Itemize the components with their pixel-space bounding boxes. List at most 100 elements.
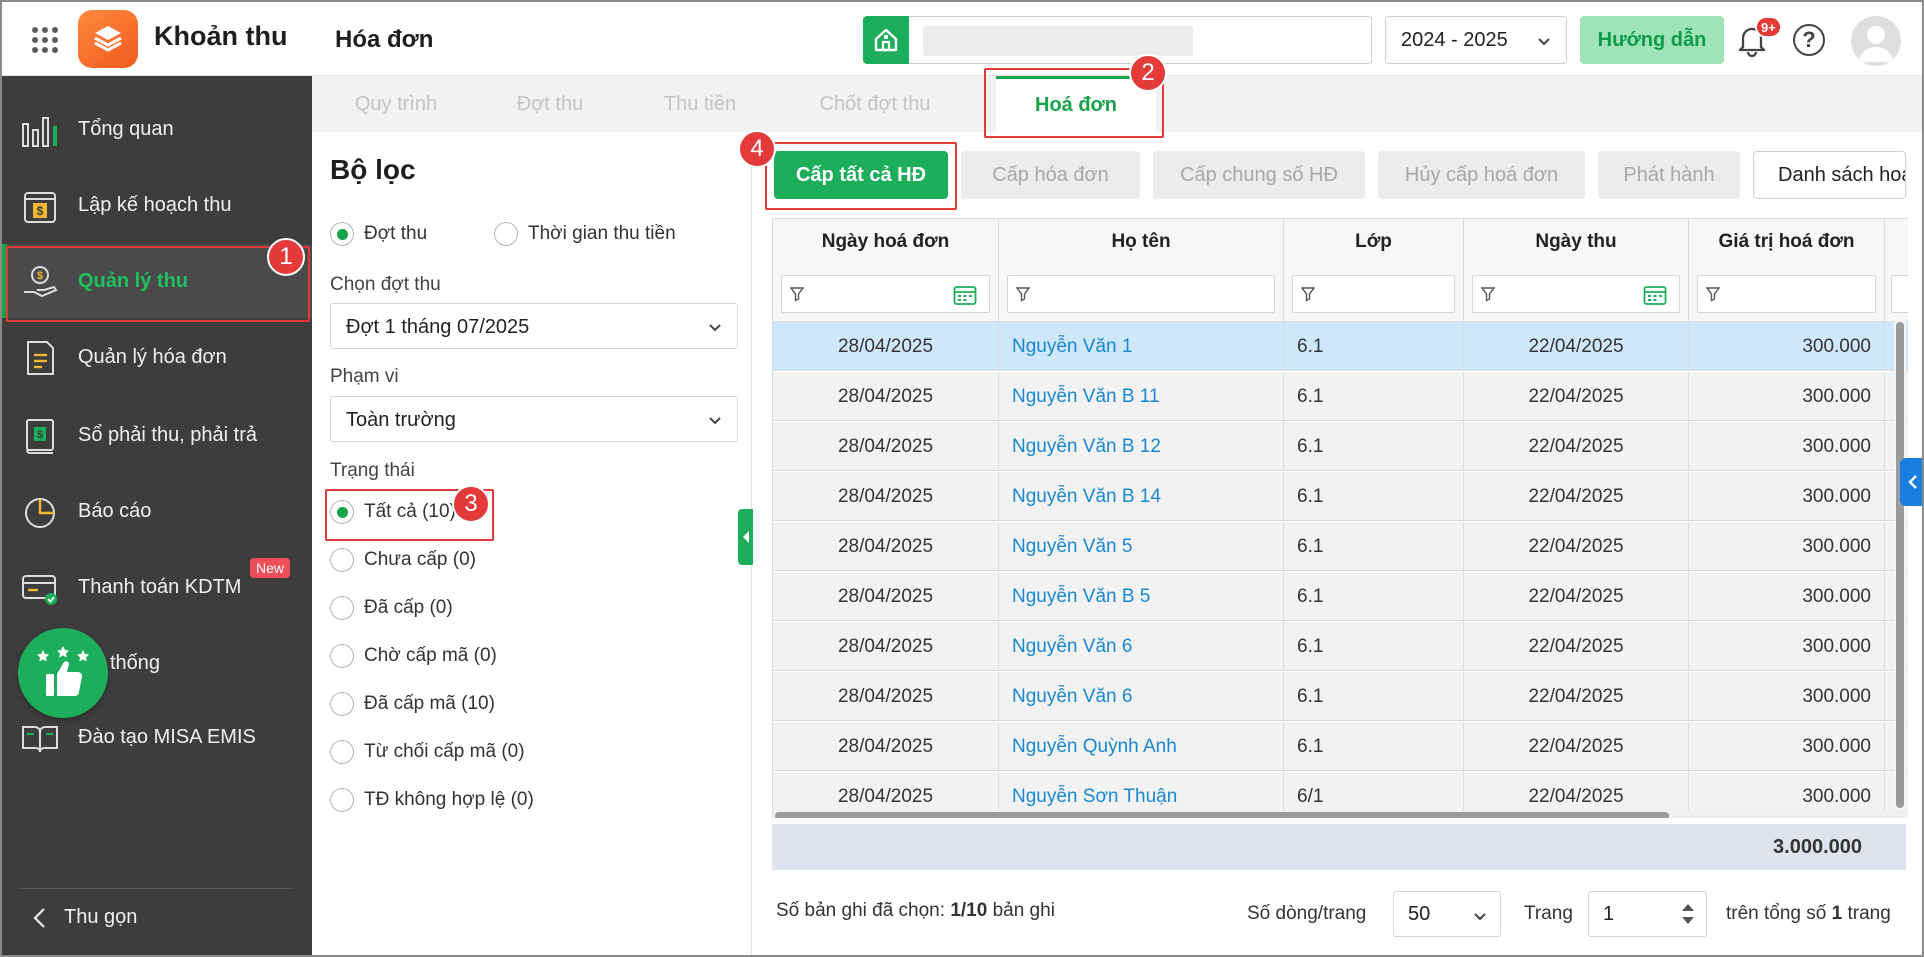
thumbs-up-stars-icon bbox=[37, 646, 89, 696]
radio-status-awaiting-code[interactable]: Chờ cấp mã (0) bbox=[330, 644, 497, 668]
table-row[interactable]: 28/04/2025 Nguyễn Văn 6 6.1 22/04/2025 300.0… bbox=[773, 622, 1908, 671]
radio-mode-payment-time[interactable]: Thời gian thu tiền bbox=[494, 222, 676, 246]
cell-class: 6.1 bbox=[1284, 672, 1464, 721]
open-book-icon bbox=[22, 726, 58, 753]
table-row[interactable]: 28/04/2025 Nguyễn Văn B 5 6.1 22/04/2025 300… bbox=[773, 572, 1908, 621]
app-window: Khoản thu Hóa đơn 2024 - 2025 Hướng dẫn … bbox=[0, 0, 1924, 957]
sidebar-item-invoice-management[interactable]: Quản lý hóa đơn bbox=[2, 320, 312, 394]
sidebar-divider bbox=[20, 888, 292, 889]
school-year-value: 2024 - 2025 bbox=[1401, 29, 1508, 51]
issue-shared-number-button[interactable]: Cấp chung số HĐ bbox=[1153, 151, 1365, 199]
avatar[interactable] bbox=[1851, 16, 1901, 66]
page-label: Trang bbox=[1524, 903, 1573, 924]
column-header: Ngày hoá đơn bbox=[821, 231, 950, 252]
filter-class[interactable] bbox=[1292, 275, 1455, 313]
collapse-label: Thu gọn bbox=[64, 906, 138, 928]
tab-collection-period[interactable]: Đợt thu bbox=[480, 76, 620, 132]
cell-full-name[interactable]: Nguyễn Văn B 12 bbox=[999, 422, 1284, 471]
cell-full-name[interactable]: Nguyễn Văn 6 bbox=[999, 672, 1284, 721]
cell-full-name[interactable]: Nguyễn Văn 1 bbox=[999, 322, 1284, 371]
filter-full-name[interactable] bbox=[1007, 275, 1275, 313]
svg-text:$: $ bbox=[37, 270, 43, 282]
home-icon bbox=[874, 28, 898, 52]
cell-class: 6.1 bbox=[1284, 422, 1464, 471]
cell-collection-date: 22/04/2025 bbox=[1464, 722, 1689, 771]
right-panel-toggle[interactable] bbox=[1900, 458, 1922, 506]
filter-overflow[interactable] bbox=[1891, 275, 1908, 313]
cell-full-name[interactable]: Nguyễn Văn 5 bbox=[999, 522, 1284, 571]
cell-invoice-date: 28/04/2025 bbox=[773, 322, 999, 371]
bar-chart-icon bbox=[22, 117, 57, 147]
table-row[interactable]: 28/04/2025 Nguyễn Văn 1 6.1 22/04/2025 300.0… bbox=[773, 322, 1908, 371]
table-row[interactable]: 28/04/2025 Nguyễn Văn 6 6.1 22/04/2025 300.0… bbox=[773, 672, 1908, 721]
cell-full-name[interactable]: Nguyễn Văn 6 bbox=[999, 622, 1284, 671]
cell-invoice-value: 300.000 bbox=[1689, 322, 1885, 371]
radio-status-invalid[interactable]: TĐ không hợp lệ (0) bbox=[330, 788, 534, 812]
radio-status-issued[interactable]: Đã cấp (0) bbox=[330, 596, 453, 620]
issue-all-invoices-button[interactable]: Cấp tất cả HĐ bbox=[774, 151, 948, 199]
sidebar-item-overview[interactable]: Tổng quan bbox=[2, 92, 312, 166]
period-label: Chọn đợt thu bbox=[330, 274, 441, 295]
sidebar-item-label: Lập kế hoạch thu bbox=[78, 193, 232, 216]
tab-close-period[interactable]: Chốt đợt thu bbox=[780, 76, 970, 132]
filter-invoice-date[interactable] bbox=[781, 275, 990, 313]
collapse-sidebar-button[interactable]: Thu gọn bbox=[32, 906, 137, 929]
cancel-invoice-button[interactable]: Hủy cấp hoá đơn bbox=[1378, 151, 1585, 199]
filter-collection-date[interactable] bbox=[1472, 275, 1680, 313]
vertical-scrollbar[interactable] bbox=[1894, 320, 1906, 810]
radio-status-code-issued[interactable]: Đã cấp mã (10) bbox=[330, 692, 495, 716]
tab-collect-money[interactable]: Thu tiền bbox=[620, 76, 780, 132]
column-header: Ngày thu bbox=[1535, 231, 1617, 252]
sidebar-item-reports[interactable]: Báo cáo bbox=[2, 474, 312, 548]
help-icon[interactable]: ? bbox=[1793, 24, 1825, 56]
chevron-left-icon bbox=[742, 531, 749, 543]
home-button[interactable] bbox=[863, 16, 909, 64]
svg-text:$: $ bbox=[37, 429, 43, 441]
cell-full-name[interactable]: Nguyễn Văn B 11 bbox=[999, 372, 1284, 421]
cell-collection-date: 22/04/2025 bbox=[1464, 522, 1689, 571]
calendar-icon[interactable] bbox=[1643, 284, 1667, 306]
sidebar-item-ledger[interactable]: $ Sổ phải thu, phải trả bbox=[2, 398, 312, 472]
tab-process[interactable]: Quy trình bbox=[312, 76, 480, 132]
rows-per-page-select[interactable]: 50 bbox=[1393, 891, 1501, 937]
period-select[interactable]: Đợt 1 tháng 07/2025 bbox=[330, 303, 738, 349]
rating-thumbs-up-button[interactable] bbox=[18, 628, 108, 718]
cell-full-name[interactable]: Nguyễn Văn B 14 bbox=[999, 472, 1284, 521]
radio-dot bbox=[330, 500, 354, 524]
table-row[interactable]: 28/04/2025 Nguyễn Văn 5 6.1 22/04/2025 300.0… bbox=[773, 522, 1908, 571]
table-row[interactable]: 28/04/2025 Nguyễn Văn B 14 6.1 22/04/2025 30… bbox=[773, 472, 1908, 521]
guide-button[interactable]: Hướng dẫn bbox=[1580, 16, 1724, 64]
sidebar-item-plan[interactable]: $ Lập kế hoạch thu bbox=[2, 168, 312, 242]
sidebar-item-cashless-payment[interactable]: Thanh toán KDTM New bbox=[2, 550, 312, 624]
cell-full-name[interactable]: Nguyễn Quỳnh Anh bbox=[999, 722, 1284, 771]
issue-invoice-button[interactable]: Cấp hóa đơn bbox=[961, 151, 1140, 199]
chevron-left-icon bbox=[33, 907, 45, 928]
sidebar-item-revenue-management[interactable]: $ Quản lý thu bbox=[2, 244, 312, 318]
table-row[interactable]: 28/04/2025 Nguyễn Văn B 12 6.1 22/04/2025 30… bbox=[773, 422, 1908, 471]
radio-label: Chưa cấp (0) bbox=[364, 549, 476, 570]
school-year-select[interactable]: 2024 - 2025 bbox=[1385, 16, 1567, 64]
filter-invoice-value[interactable] bbox=[1697, 275, 1876, 313]
radio-status-all[interactable]: Tất cả (10) bbox=[330, 500, 456, 524]
publish-button[interactable]: Phát hành bbox=[1598, 151, 1740, 199]
filter-collapse-toggle[interactable] bbox=[738, 509, 753, 565]
radio-mode-period[interactable]: Đợt thu bbox=[330, 222, 427, 246]
scope-select[interactable]: Toàn trường bbox=[330, 396, 738, 442]
calendar-icon[interactable] bbox=[953, 284, 977, 306]
page-number-input[interactable]: 1 bbox=[1588, 891, 1707, 937]
svg-text:$: $ bbox=[37, 204, 44, 218]
horizontal-scrollbar[interactable] bbox=[773, 810, 1908, 818]
radio-status-code-rejected[interactable]: Từ chối cấp mã (0) bbox=[330, 740, 525, 764]
top-header: Khoản thu Hóa đơn 2024 - 2025 Hướng dẫn … bbox=[2, 2, 1922, 76]
invoice-list-button[interactable]: Danh sách hoá đơn bbox=[1753, 151, 1906, 199]
table-row[interactable]: 28/04/2025 Nguyễn Văn B 11 6.1 22/04/2025 30… bbox=[773, 372, 1908, 421]
rows-per-page-label: Số dòng/trang bbox=[1247, 903, 1367, 924]
cell-full-name[interactable]: Nguyễn Văn B 5 bbox=[999, 572, 1284, 621]
cell-collection-date: 22/04/2025 bbox=[1464, 572, 1689, 621]
column-header: Lớp bbox=[1355, 231, 1392, 252]
app-grid-icon[interactable] bbox=[32, 27, 58, 53]
table-row[interactable]: 28/04/2025 Nguyễn Quỳnh Anh 6.1 22/04/2025 3… bbox=[773, 722, 1908, 771]
stepper-arrows-icon[interactable] bbox=[1680, 900, 1696, 928]
radio-status-not-issued[interactable]: Chưa cấp (0) bbox=[330, 548, 476, 572]
annotation-marker-2: 2 bbox=[1129, 54, 1167, 92]
